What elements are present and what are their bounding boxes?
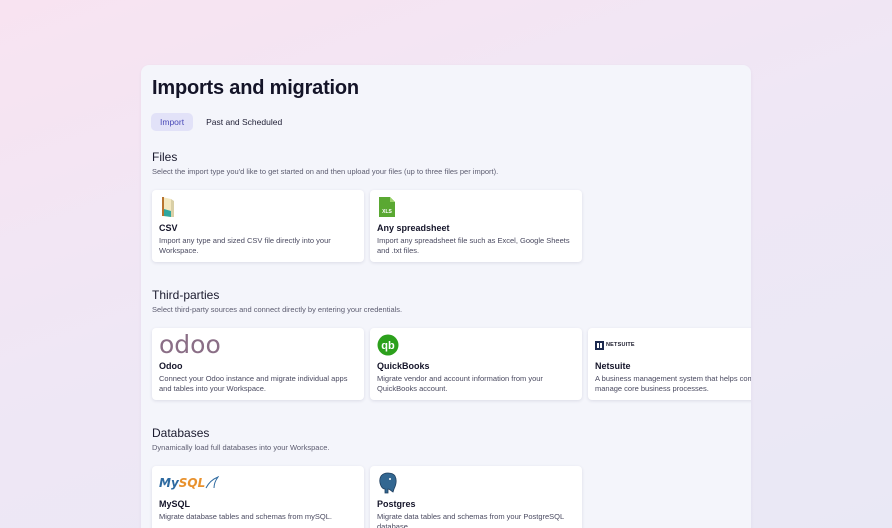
- card-netsuite[interactable]: NETSUITE Netsuite A business management …: [588, 328, 751, 400]
- card-csv[interactable]: CSV Import any type and sized CSV file d…: [152, 190, 364, 262]
- card-postgres[interactable]: Postgres Migrate data tables and schemas…: [370, 466, 582, 528]
- card-name: QuickBooks: [377, 361, 430, 371]
- mysql-logo-sql: SQL: [178, 476, 206, 490]
- card-description: Migrate data tables and schemas from you…: [377, 512, 564, 528]
- card-description: Migrate vendor and account information f…: [377, 374, 543, 393]
- csv-file-icon: [159, 196, 177, 218]
- card-name: MySQL: [159, 499, 191, 509]
- odoo-logo-text: odoo: [159, 330, 221, 359]
- card-mysql[interactable]: MySQL MySQL Migrate database tables and …: [152, 466, 364, 528]
- card-name: Netsuite: [595, 361, 631, 371]
- card-description: Migrate database tables and schemas from…: [159, 512, 332, 521]
- section-desc-files: Select the import type you'd like to get…: [152, 167, 499, 176]
- svg-text:qb: qb: [381, 340, 395, 352]
- dolphin-icon: [205, 476, 220, 489]
- card-description: Import any spreadsheet file such as Exce…: [377, 236, 570, 255]
- netsuite-mark-icon: [595, 340, 604, 350]
- card-name: Postgres: [377, 499, 416, 509]
- card-any-spreadsheet[interactable]: XLS Any spreadsheet Import any spreadshe…: [370, 190, 582, 262]
- page-title: Imports and migration: [152, 77, 359, 99]
- card-description: Import any type and sized CSV file direc…: [159, 236, 331, 255]
- section-title-files: Files: [152, 150, 178, 164]
- mysql-logo: MySQL: [159, 472, 220, 494]
- card-name: Any spreadsheet: [377, 223, 450, 233]
- tab-bar: Import Past and Scheduled: [151, 113, 291, 131]
- card-name: CSV: [159, 223, 178, 233]
- card-description: A business management system that helps …: [595, 374, 751, 393]
- section-title-databases: Databases: [152, 426, 210, 440]
- section-desc-third-parties: Select third-party sources and connect d…: [152, 305, 403, 314]
- card-quickbooks[interactable]: qb QuickBooks Migrate vendor and account…: [370, 328, 582, 400]
- odoo-logo: odoo: [159, 330, 221, 359]
- card-odoo[interactable]: odoo Odoo Connect your Odoo instance and…: [152, 328, 364, 400]
- card-name: Odoo: [159, 361, 183, 371]
- tab-past-and-scheduled[interactable]: Past and Scheduled: [197, 113, 291, 131]
- quickbooks-logo: qb: [377, 334, 399, 356]
- tab-import[interactable]: Import: [151, 113, 194, 131]
- mysql-logo-my: My: [159, 476, 179, 490]
- netsuite-logo: NETSUITE: [595, 334, 635, 356]
- xls-label: XLS: [382, 209, 392, 215]
- section-desc-databases: Dynamically load full databases into you…: [152, 443, 330, 452]
- imports-panel: Imports and migration Import Past and Sc…: [141, 65, 751, 528]
- postgres-elephant-logo: [377, 472, 399, 494]
- section-title-third-parties: Third-parties: [152, 288, 220, 302]
- card-description: Connect your Odoo instance and migrate i…: [159, 374, 348, 393]
- netsuite-logo-text: NETSUITE: [606, 342, 635, 348]
- spreadsheet-xls-icon: XLS: [377, 196, 397, 218]
